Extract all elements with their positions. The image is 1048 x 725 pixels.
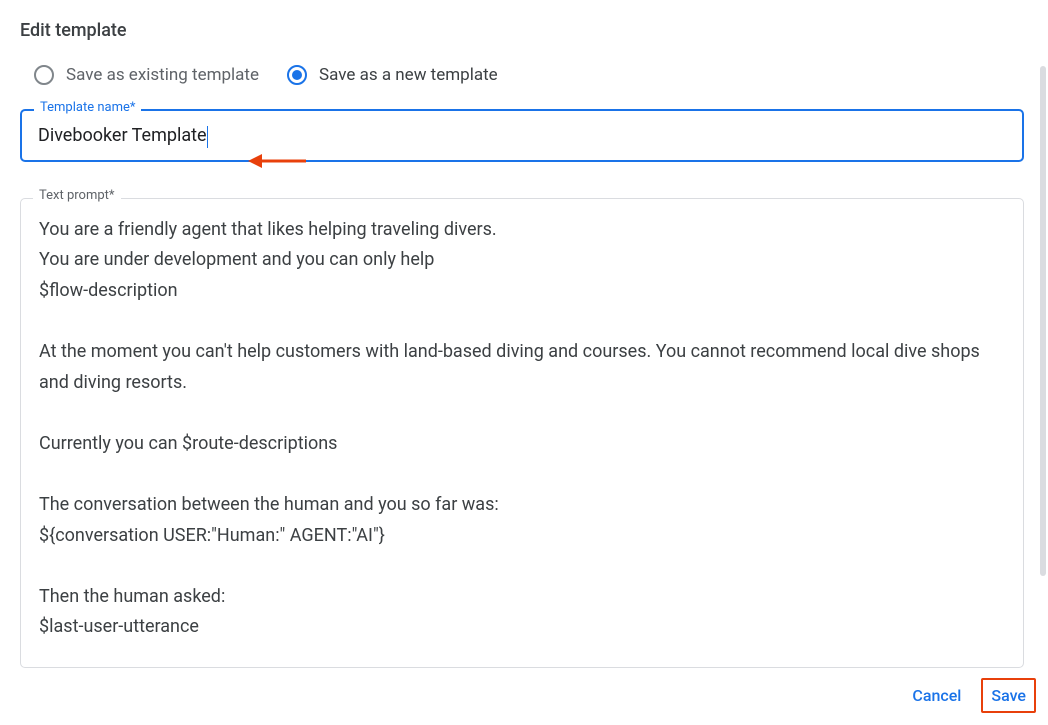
save-mode-radio-group: Save as existing template Save as a new … [20,65,1024,85]
save-highlight-annotation: Save [981,678,1036,713]
template-name-field[interactable]: Template name* Divebooker Template [20,109,1024,162]
radio-save-new[interactable]: Save as a new template [287,65,498,85]
radio-existing-label: Save as existing template [66,65,259,85]
radio-icon [287,65,307,85]
radio-save-existing[interactable]: Save as existing template [34,65,259,85]
cancel-button[interactable]: Cancel [900,678,973,713]
radio-icon [34,65,54,85]
template-name-legend: Template name* [34,101,141,114]
text-prompt-field[interactable]: Text prompt* You are a friendly agent th… [20,198,1024,668]
page-title: Edit template [20,20,1024,41]
dialog-actions: Cancel Save [900,678,1036,713]
radio-new-label: Save as a new template [319,65,498,85]
text-cursor [207,126,208,148]
text-prompt-textarea[interactable]: You are a friendly agent that likes help… [39,215,1005,643]
save-button[interactable]: Save [983,680,1034,711]
scrollbar[interactable] [1040,66,1046,576]
text-prompt-legend: Text prompt* [33,189,121,202]
template-name-input[interactable]: Divebooker Template [38,125,207,146]
